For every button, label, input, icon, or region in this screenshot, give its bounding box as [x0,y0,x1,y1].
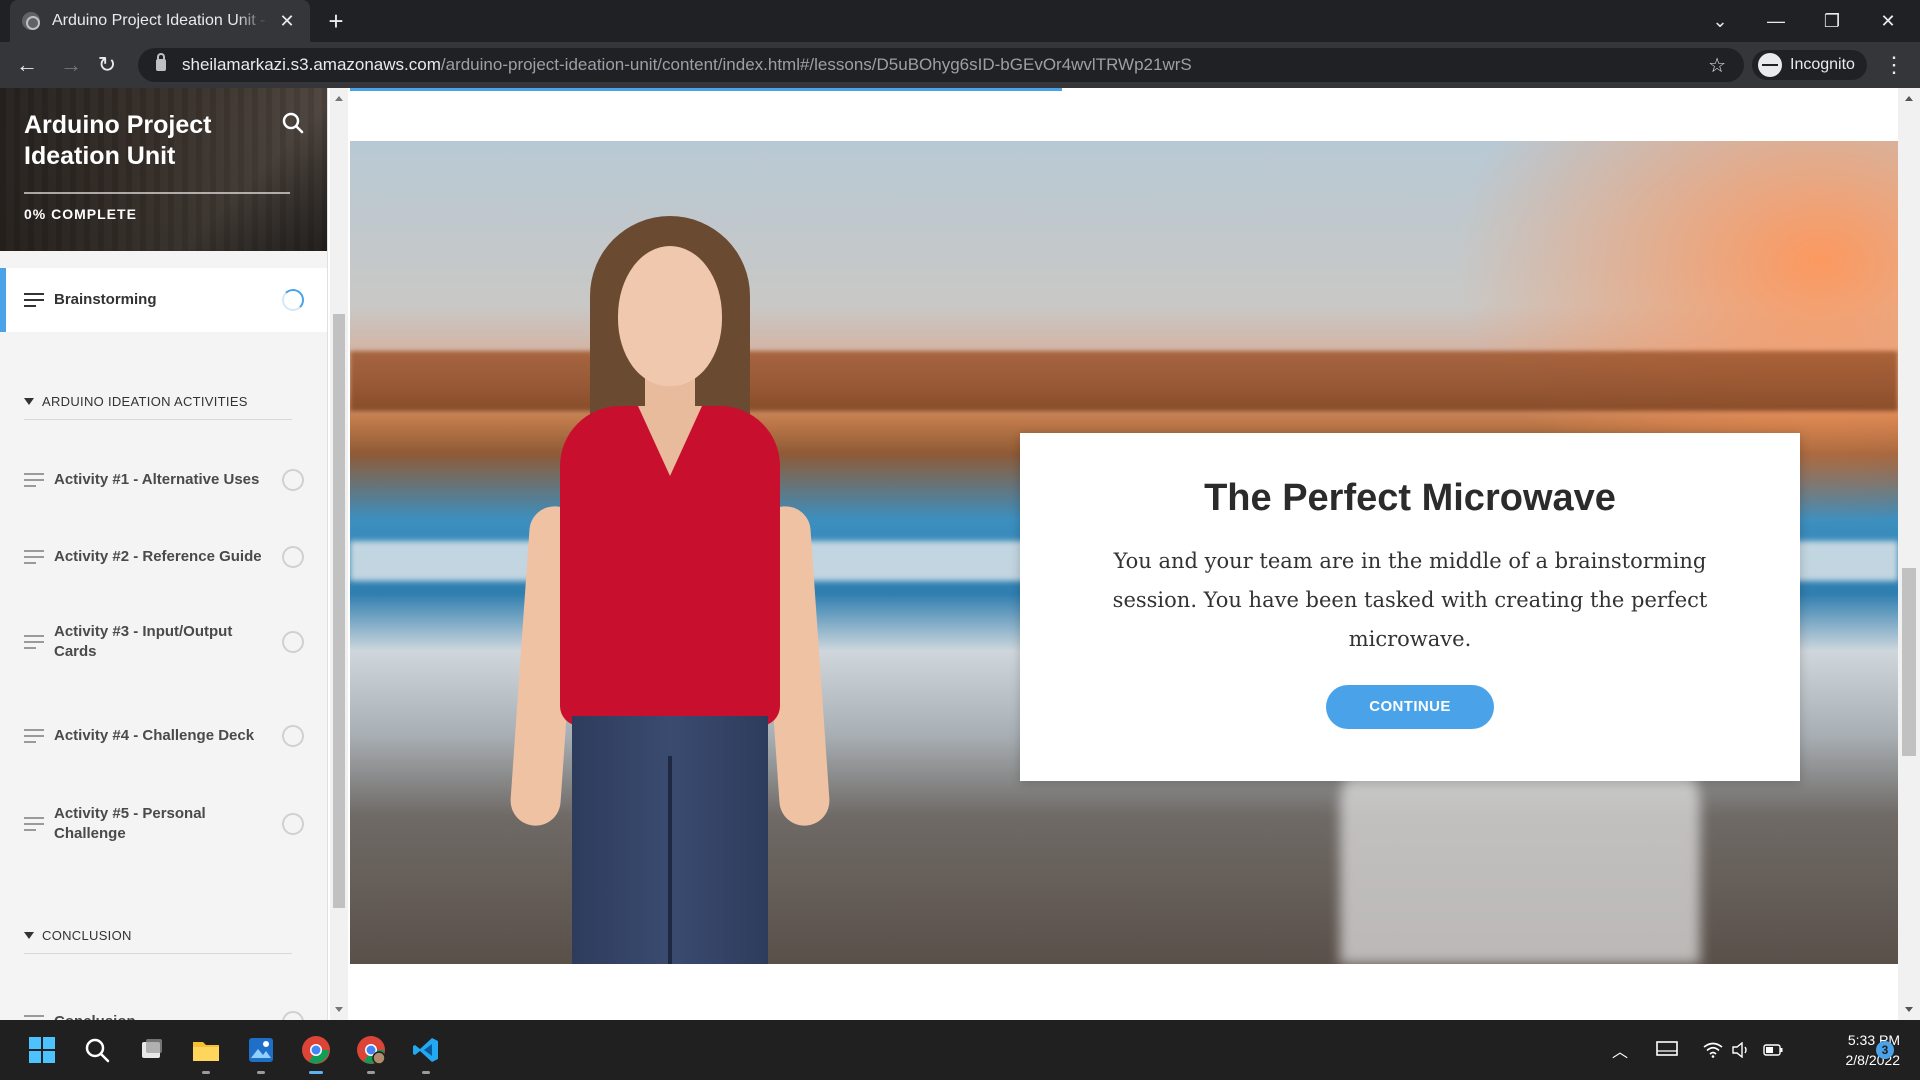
character-jeans [572,716,768,964]
sidebar-item-conclusion[interactable]: Conclusion [0,994,327,1020]
section-header-arduino-ideation-activities[interactable]: ARDUINO IDEATION ACTIVITIES [24,394,292,420]
close-tab-icon[interactable]: ✕ [276,10,298,32]
sidebar-scroll-thumb[interactable] [333,314,345,908]
wifi-icon[interactable] [1703,1020,1723,1080]
sidebar-item-activity-4[interactable]: Activity #4 - Challenge Deck [0,708,327,764]
lesson-label: Activity #5 - Personal Challenge [54,805,206,842]
lesson-text-icon [24,550,44,564]
url-path: /arduino-project-ideation-unit/content/i… [440,55,1192,74]
vscode-icon[interactable] [408,1032,444,1074]
notification-count-badge[interactable]: 3 [1876,1041,1894,1059]
chrome-profile-icon[interactable] [353,1032,389,1074]
search-icon[interactable] [79,1032,115,1068]
display-icon[interactable] [1656,1020,1678,1080]
volume-icon[interactable] [1732,1020,1750,1080]
sidebar-item-activity-5[interactable]: Activity #5 - Personal Challenge [0,788,327,860]
course-sidebar: Arduino Project Ideation Unit 0% COMPLET… [0,88,328,1020]
course-progress-label: 0% COMPLETE [24,206,137,222]
sidebar-scrollbar[interactable] [330,88,348,1020]
browser-tab-strip: Arduino Project Ideation Unit - B ✕ + ⌄ … [0,0,1920,42]
lesson-label: Activity #2 - Reference Guide [54,548,262,565]
lesson-text-icon [24,729,44,743]
lesson-text-icon [24,293,44,307]
lesson-text-icon [24,473,44,487]
lesson-label: Conclusion [54,1012,274,1020]
windows-start-icon[interactable] [24,1032,60,1068]
character-woman-red-shirt [508,216,832,964]
task-view-icon[interactable] [134,1032,170,1068]
lesson-label: Brainstorming [54,291,157,308]
course-title: Arduino Project Ideation Unit [24,111,212,170]
not-started-circle-icon [282,813,304,835]
lesson-text-icon [24,635,44,649]
back-arrow-icon[interactable]: ← [13,51,41,79]
new-tab-button[interactable]: + [322,6,350,36]
in-progress-spinner-icon [282,289,304,311]
url-text: sheilamarkazi.s3.amazonaws.com/arduino-p… [182,55,1192,75]
scroll-up-arrow-icon[interactable] [335,96,343,101]
section-header-conclusion[interactable]: CONCLUSION [24,928,292,954]
browser-tab[interactable]: Arduino Project Ideation Unit - B ✕ [10,0,310,42]
character-neckline [638,406,702,476]
browser-menu-icon[interactable]: ⋮ [1880,51,1908,79]
incognito-profile-button[interactable]: Incognito [1752,50,1867,80]
scenario-background-image: The Perfect Microwave You and your team … [350,141,1898,964]
section-title: ARDUINO IDEATION ACTIVITIES [42,394,248,409]
not-started-circle-icon [282,631,304,653]
incognito-label: Incognito [1790,56,1855,73]
collapse-triangle-icon [24,398,34,405]
lesson-reading-progress-bar [350,88,1063,91]
not-started-circle-icon [282,725,304,747]
tab-title: Arduino Project Ideation Unit - B [52,12,268,29]
lesson-content: The Perfect Microwave You and your team … [350,88,1898,1020]
site-favicon-icon [22,12,40,30]
restore-window-button[interactable]: ❐ [1804,0,1860,42]
character-face [618,246,722,386]
active-indicator [0,268,6,332]
sidebar-item-brainstorming[interactable]: Brainstorming [0,268,327,332]
close-window-button[interactable]: ✕ [1860,0,1916,42]
lesson-label: Activity #3 - Input/Output Cards [54,623,233,660]
battery-icon[interactable] [1763,1020,1783,1080]
minimize-window-button[interactable]: — [1748,0,1804,42]
lesson-text-icon [24,817,44,831]
scroll-down-arrow-icon[interactable] [335,1007,343,1012]
search-icon[interactable] [282,112,304,134]
lesson-label: Activity #1 - Alternative Uses [54,471,260,488]
collapse-triangle-icon [24,932,34,939]
scroll-down-arrow-icon[interactable] [1905,1007,1913,1012]
windows-taskbar: ︿ 5:33 PM 2/8/2022 3 [0,1020,1920,1080]
section-title: CONCLUSION [42,928,132,943]
url-host: sheilamarkazi.s3.amazonaws.com [182,55,441,74]
scenario-text: You and your team are in the middle of a… [1112,549,1708,651]
scenario-title: The Perfect Microwave [1204,477,1616,519]
scenario-card: The Perfect Microwave You and your team … [1020,433,1800,781]
browser-toolbar: ← → ↻ sheilamarkazi.s3.amazonaws.com/ard… [0,42,1920,88]
course-progress-bar [24,192,290,194]
lesson-label: Activity #4 - Challenge Deck [54,727,255,744]
course-header: Arduino Project Ideation Unit 0% COMPLET… [0,88,327,251]
forward-arrow-icon[interactable]: → [57,51,85,79]
sidebar-item-activity-3[interactable]: Activity #3 - Input/Output Cards [0,606,327,678]
page-viewport: Arduino Project Ideation Unit 0% COMPLET… [0,88,1920,1020]
sidebar-item-activity-2[interactable]: Activity #2 - Reference Guide [0,529,327,585]
address-bar[interactable]: sheilamarkazi.s3.amazonaws.com/arduino-p… [138,48,1744,82]
scroll-up-arrow-icon[interactable] [1905,96,1913,101]
incognito-icon [1758,53,1782,77]
reload-icon[interactable]: ↻ [93,51,121,79]
show-hidden-icons-chevron-icon[interactable]: ︿ [1612,1020,1628,1080]
continue-button[interactable]: CONTINUE [1326,685,1494,729]
content-scrollbar[interactable] [1898,88,1920,1020]
lock-icon[interactable] [156,53,166,71]
tab-search-chevron-icon[interactable]: ⌄ [1692,0,1748,42]
sidebar-item-activity-1[interactable]: Activity #1 - Alternative Uses [0,452,327,508]
not-started-circle-icon [282,469,304,491]
file-explorer-icon[interactable] [188,1032,224,1074]
chrome-browser-icon[interactable] [298,1032,334,1074]
photos-app-icon[interactable] [243,1032,279,1074]
content-scroll-thumb[interactable] [1902,568,1916,756]
bookmark-star-icon[interactable]: ☆ [1708,53,1726,78]
not-started-circle-icon [282,1011,304,1020]
not-started-circle-icon [282,546,304,568]
